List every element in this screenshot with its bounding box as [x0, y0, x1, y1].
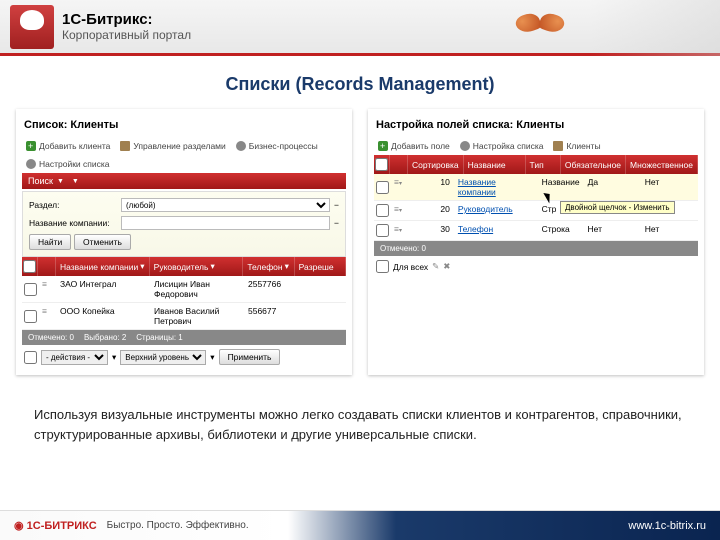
col-phone[interactable]: Телефон ▾: [243, 257, 294, 276]
section-select[interactable]: (любой): [121, 198, 330, 212]
edit-tooltip: Двойной щелчок - Изменить: [560, 201, 675, 214]
manage-sections-button[interactable]: Управление разделами: [118, 140, 227, 152]
footer-url[interactable]: www.1c-bitrix.ru: [628, 520, 706, 532]
filter-remove-icon[interactable]: −: [334, 200, 339, 210]
clients-stats-bar: Отмечено: 0 Выбрано: 2 Страницы: 1: [22, 330, 346, 345]
search-bar[interactable]: Поиск ▼ ▼: [22, 173, 346, 189]
select-all-checkbox[interactable]: [23, 260, 36, 273]
sort-icon: ▾: [140, 261, 144, 272]
chevron-down-icon: ▾: [210, 352, 214, 363]
company-name-input[interactable]: [121, 216, 330, 230]
clients-list-panel: Список: Клиенты Добавить клиента Управле…: [16, 109, 352, 375]
table-row[interactable]: ≡▾ 30 Телефон Строка Нет Нет: [374, 221, 698, 241]
folder-icon: [120, 141, 130, 151]
company-name-label: Название компании:: [29, 218, 117, 228]
for-all-label: Для всех: [393, 262, 428, 272]
level-select[interactable]: Верхний уровень: [120, 350, 206, 365]
row-menu-icon[interactable]: ≡: [38, 303, 56, 329]
business-processes-button[interactable]: Бизнес-процессы: [234, 140, 320, 152]
filter-remove-icon[interactable]: −: [334, 218, 339, 228]
chevron-down-icon: ▼: [57, 178, 64, 185]
row-checkbox[interactable]: [24, 283, 37, 296]
header-illustration: [10, 5, 54, 49]
add-client-button[interactable]: Добавить клиента: [24, 140, 112, 152]
row-menu-icon[interactable]: ≡▾: [390, 201, 408, 220]
list-settings-button[interactable]: Настройка списка: [458, 140, 546, 152]
page-header: 1С-Битрикс: Корпоративный портал: [0, 0, 720, 56]
delete-icon[interactable]: ✖: [443, 261, 450, 272]
col-name[interactable]: Название: [464, 155, 526, 174]
gear-icon: [26, 159, 36, 169]
row-checkbox[interactable]: [376, 181, 389, 194]
chevron-down-icon: ▼: [72, 178, 79, 185]
actions-select[interactable]: - действия -: [41, 350, 108, 365]
page-title: Списки (Records Management): [0, 74, 720, 95]
table-row[interactable]: ≡ ЗАО Интеграл Лисицин Иван Федорович 25…: [22, 276, 346, 303]
field-name-link[interactable]: Название компании: [458, 177, 496, 197]
fields-bottom-bar: Для всех ✎ ✖: [374, 256, 698, 277]
find-button[interactable]: Найти: [29, 234, 71, 250]
search-label: Поиск: [28, 176, 53, 186]
fields-panel-title: Настройка полей списка: Клиенты: [374, 115, 698, 137]
row-checkbox[interactable]: [376, 224, 389, 237]
brand-subtitle: Корпоративный портал: [62, 28, 191, 42]
add-icon: [26, 141, 36, 151]
chevron-down-icon: ▾: [112, 352, 116, 363]
fields-grid-header: Сортировка Название Тип Обязательное Мно…: [374, 155, 698, 174]
skyline-decoration: [590, 0, 720, 56]
fields-settings-panel: Настройка полей списка: Клиенты Добавить…: [368, 109, 704, 375]
header-title-block: 1С-Битрикс: Корпоративный портал: [62, 11, 191, 42]
bottom-checkbox[interactable]: [24, 351, 37, 364]
select-all-checkbox[interactable]: [375, 158, 388, 171]
row-menu-icon[interactable]: ≡▾: [390, 174, 408, 200]
butterfly-decoration: [510, 8, 570, 48]
col-permission[interactable]: Разреше: [295, 257, 346, 276]
filter-area: Раздел: (любой) − Название компании: − Н…: [22, 191, 346, 257]
row-menu-icon[interactable]: ≡: [38, 276, 56, 302]
section-label: Раздел:: [29, 200, 117, 210]
clients-link-button[interactable]: Клиенты: [551, 140, 602, 152]
gear-icon: [236, 141, 246, 151]
for-all-checkbox[interactable]: [376, 260, 389, 273]
clients-grid-header: Название компании ▾ Руководитель ▾ Телеф…: [22, 257, 346, 276]
row-checkbox[interactable]: [376, 204, 389, 217]
clients-bottom-bar: - действия - ▾ Верхний уровень ▾ Примени…: [22, 345, 346, 369]
apply-button[interactable]: Применить: [219, 349, 281, 365]
field-name-link[interactable]: Телефон: [458, 224, 493, 234]
sort-icon: ▾: [285, 261, 289, 272]
cancel-button[interactable]: Отменить: [74, 234, 131, 250]
list-icon: [553, 141, 563, 151]
sort-icon: ▾: [210, 261, 214, 272]
field-name-link[interactable]: Руководитель: [458, 204, 513, 214]
page-footer: ◉ 1С-БИТРИКС Быстро. Просто. Эффективно.…: [0, 510, 720, 540]
row-menu-icon[interactable]: ≡▾: [390, 221, 408, 240]
table-row[interactable]: ≡ ООО Копейка Иванов Василий Петрович 55…: [22, 303, 346, 330]
edit-icon[interactable]: ✎: [432, 261, 439, 272]
brand-name: 1С-Битрикс:: [62, 11, 153, 28]
col-multiple[interactable]: Множественное: [626, 155, 698, 174]
clients-toolbar: Добавить клиента Управление разделами Би…: [22, 137, 346, 173]
gear-icon: [460, 141, 470, 151]
col-manager[interactable]: Руководитель ▾: [150, 257, 244, 276]
footer-logo: ◉ 1С-БИТРИКС: [14, 519, 97, 532]
col-company[interactable]: Название компании ▾: [56, 257, 150, 276]
description-text: Используя визуальные инструменты можно л…: [0, 375, 720, 444]
clients-panel-title: Список: Клиенты: [22, 115, 346, 137]
col-sort[interactable]: Сортировка: [408, 155, 464, 174]
fields-stats-bar: Отмечено: 0: [374, 241, 698, 256]
footer-slogan: Быстро. Просто. Эффективно.: [107, 520, 249, 531]
list-settings-button[interactable]: Настройки списка: [24, 158, 112, 170]
fields-toolbar: Добавить поле Настройка списка Клиенты: [374, 137, 698, 155]
table-row[interactable]: ≡▾ 10 Название компании Название Да Нет: [374, 174, 698, 201]
col-required[interactable]: Обязательное: [561, 155, 626, 174]
row-checkbox[interactable]: [24, 310, 37, 323]
add-field-button[interactable]: Добавить поле: [376, 140, 452, 152]
add-icon: [378, 141, 388, 151]
col-type[interactable]: Тип: [526, 155, 561, 174]
